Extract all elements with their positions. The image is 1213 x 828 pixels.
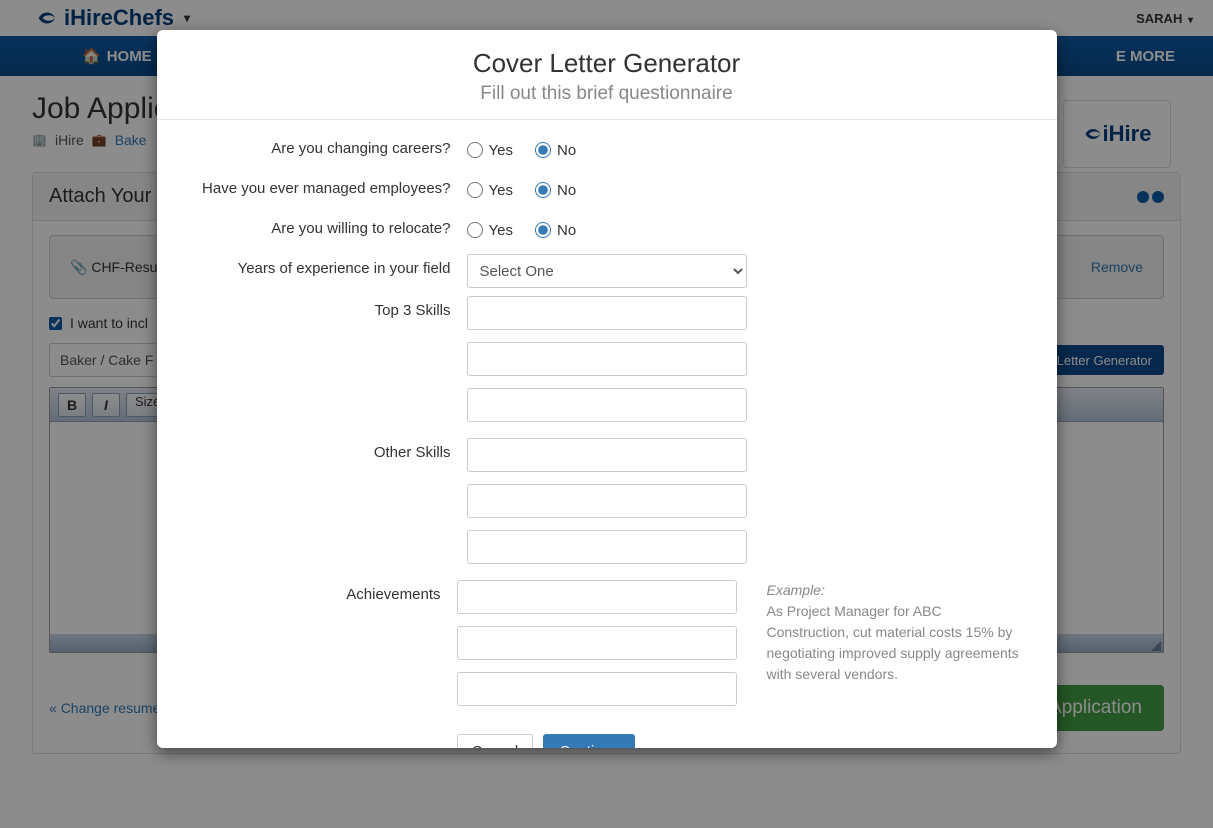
managed-employees-radio-group: Yes No [467, 174, 1027, 206]
modal-body: Are you changing careers? Yes No Have yo… [157, 120, 1057, 748]
radio-yes[interactable] [467, 222, 483, 238]
radio-no[interactable] [535, 142, 551, 158]
relocate-radio-group: Yes No [467, 214, 1027, 246]
modal-title: Cover Letter Generator [177, 48, 1037, 79]
cover-letter-generator-modal: Cover Letter Generator Fill out this bri… [157, 30, 1057, 748]
changing-careers-label: Are you changing careers? [187, 134, 467, 157]
continue-button[interactable]: Continue [543, 734, 635, 748]
top3-skills-label: Top 3 Skills [187, 296, 467, 319]
relocate-label: Are you willing to relocate? [187, 214, 467, 237]
other-skill-1-input[interactable] [467, 438, 747, 472]
managed-employees-row: Have you ever managed employees? Yes No [187, 174, 1027, 206]
radio-no[interactable] [535, 222, 551, 238]
managed-employees-yes[interactable]: Yes [467, 182, 513, 199]
cancel-button[interactable]: Cancel [457, 734, 534, 748]
example-label: Example: [767, 582, 825, 598]
changing-careers-no[interactable]: No [535, 142, 576, 159]
radio-no[interactable] [535, 182, 551, 198]
top-skill-3-input[interactable] [467, 388, 747, 422]
achievement-3-input[interactable] [457, 672, 737, 706]
relocate-yes[interactable]: Yes [467, 222, 513, 239]
achievement-2-input[interactable] [457, 626, 737, 660]
years-experience-label: Years of experience in your field [187, 254, 467, 277]
managed-employees-label: Have you ever managed employees? [187, 174, 467, 197]
modal-actions: Cancel Continue [457, 734, 1027, 748]
relocate-no[interactable]: No [535, 222, 576, 239]
radio-yes[interactable] [467, 182, 483, 198]
top-skill-2-input[interactable] [467, 342, 747, 376]
top-skill-1-input[interactable] [467, 296, 747, 330]
years-experience-select[interactable]: Select One [467, 254, 747, 288]
achievements-example: Example: As Project Manager for ABC Cons… [767, 580, 1027, 706]
other-skills-label: Other Skills [187, 438, 467, 461]
modal-subtitle: Fill out this brief questionnaire [177, 83, 1037, 105]
other-skill-2-input[interactable] [467, 484, 747, 518]
example-text: As Project Manager for ABC Construction,… [767, 603, 1019, 682]
achievements-row: Achievements Example: As Project Manager… [187, 580, 1027, 748]
other-skill-3-input[interactable] [467, 530, 747, 564]
achievements-label: Achievements [187, 580, 457, 603]
changing-careers-row: Are you changing careers? Yes No [187, 134, 1027, 166]
other-skills-row: Other Skills [187, 438, 1027, 564]
years-experience-row: Years of experience in your field Select… [187, 254, 1027, 288]
changing-careers-yes[interactable]: Yes [467, 142, 513, 159]
modal-header: Cover Letter Generator Fill out this bri… [157, 30, 1057, 120]
top3-skills-row: Top 3 Skills [187, 296, 1027, 422]
managed-employees-no[interactable]: No [535, 182, 576, 199]
relocate-row: Are you willing to relocate? Yes No [187, 214, 1027, 246]
changing-careers-radio-group: Yes No [467, 134, 1027, 166]
modal-overlay: Cover Letter Generator Fill out this bri… [0, 0, 1213, 828]
achievement-1-input[interactable] [457, 580, 737, 614]
radio-yes[interactable] [467, 142, 483, 158]
